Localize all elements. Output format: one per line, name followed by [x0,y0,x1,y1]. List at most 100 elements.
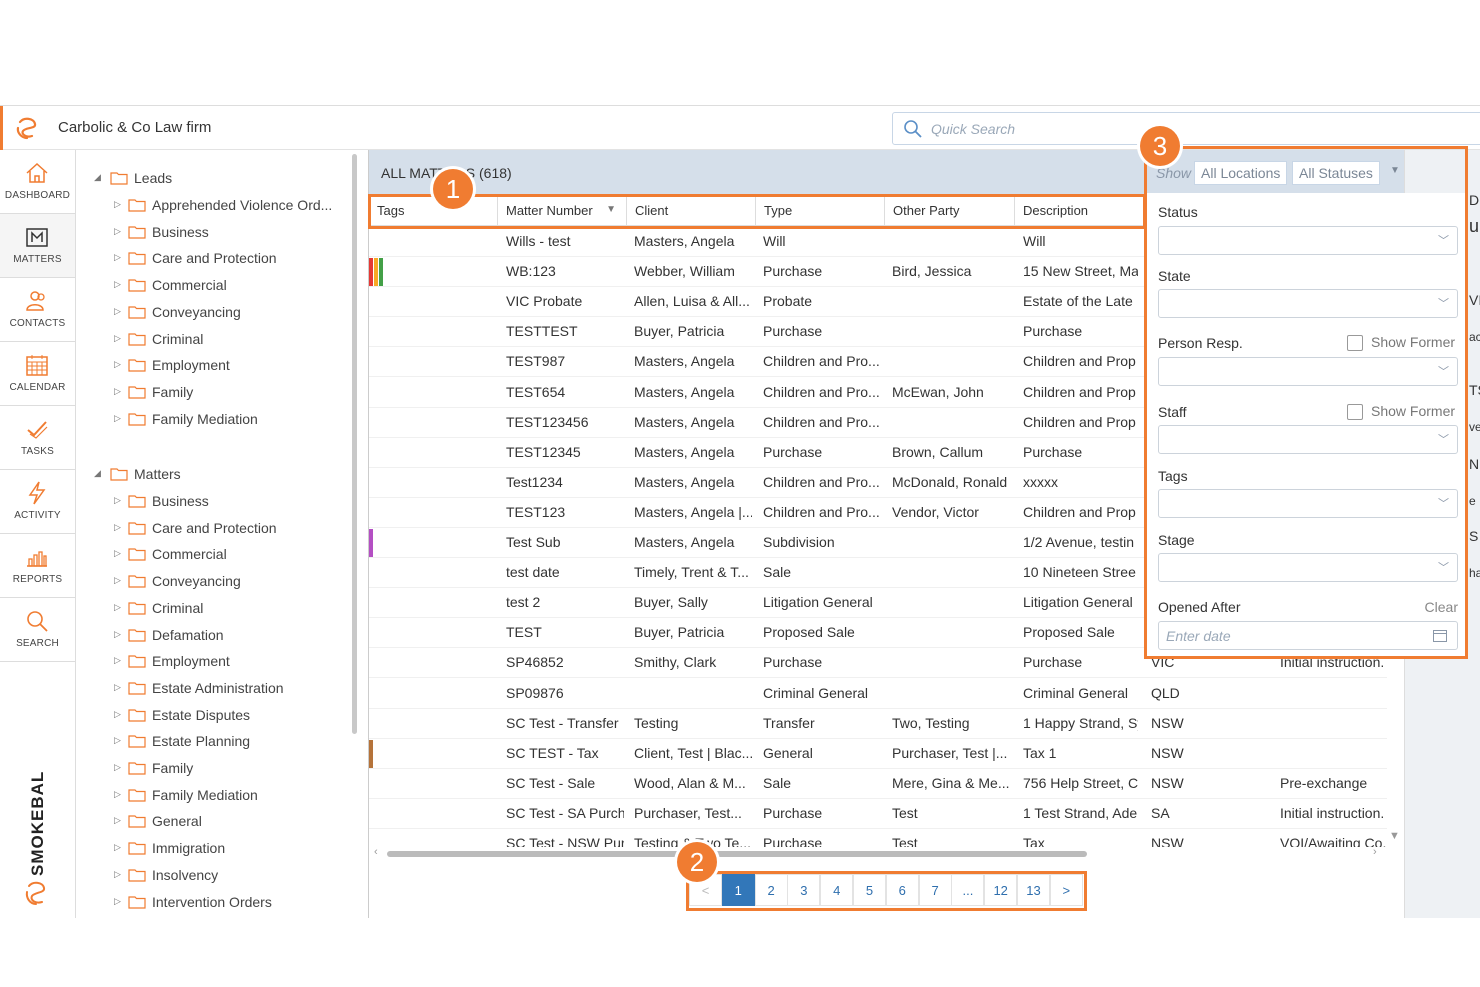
description-cell: 1 Test Strand, Adel [1023,804,1138,821]
expand-icon[interactable]: ▷ [114,655,121,666]
type-cell: Purchase [763,323,823,340]
expand-icon[interactable]: ▷ [114,306,121,317]
expand-icon[interactable]: ▷ [114,602,121,613]
description-cell: 756 Help Street, C [1023,774,1138,791]
expand-icon[interactable]: ▷ [114,842,121,853]
description-cell: 1/2 Avenue, testin [1023,534,1135,550]
folder-icon [128,815,146,828]
folder-icon [128,226,146,239]
expand-icon[interactable]: ▷ [114,815,121,826]
description-cell: Litigation General [1023,594,1133,611]
expand-icon[interactable]: ▷ [114,629,121,640]
expand-icon[interactable]: ▷ [114,575,121,586]
type-cell: Subdivision [763,534,835,550]
expand-icon[interactable]: ▷ [114,789,121,800]
matter-number-cell: SP09876 [506,684,564,701]
tree-label: Family [152,760,194,776]
folder-icon [110,172,128,185]
type-cell: Purchase [763,263,823,280]
type-cell: Probate [763,293,813,310]
home-icon [26,162,48,183]
folder-icon [128,306,146,319]
panel-fragment: VIT [1469,292,1480,308]
expand-icon[interactable]: ▷ [114,199,121,210]
table-row[interactable]: SC Test - Transfer Testing Transfer Two, Te… [369,709,1387,739]
table-row[interactable]: SC Test - Sale Wood, Alan & M... Sale Mere,… [369,769,1387,799]
callout-box-columns [368,194,1146,229]
expand-icon[interactable]: ▷ [114,495,121,506]
expand-icon[interactable]: ▷ [114,548,121,559]
panel-fragment: ac [1469,330,1480,344]
expand-icon[interactable]: ▷ [114,279,121,290]
scrollbar-thumb[interactable] [387,851,1087,857]
expand-icon[interactable]: ▷ [114,869,121,880]
tree-label: Care and Protection [152,250,277,267]
client-cell: Masters, Angela [634,443,735,460]
top-bar: Carbolic & Co Law firm Quick Search [0,105,1480,150]
expand-icon[interactable]: ▷ [114,333,121,344]
expand-icon[interactable]: ▷ [114,682,121,693]
folder-icon [128,842,146,855]
expand-icon[interactable]: ▷ [114,226,121,237]
scroll-left-icon[interactable]: ‹ [374,846,378,858]
expand-icon[interactable]: ▷ [114,709,121,720]
panel-fragment: TS [1469,382,1480,398]
search-icon [27,611,48,632]
folder-icon [128,522,146,535]
other-party-cell: McEwan, John [892,383,984,400]
table-row[interactable]: SP09876 Criminal General Criminal General Q… [369,679,1387,709]
matter-number-cell: WB:123 [506,263,556,280]
other-party-cell: Test [892,804,918,821]
client-cell: Masters, Angela |... [634,503,752,520]
tree-label: Apprehended Violence Ord... [152,197,333,213]
folder-icon [128,412,146,426]
description-cell: Children and Prop [1023,353,1136,370]
description-cell: Tax [1023,835,1045,847]
activity-icon [28,481,46,505]
scroll-right-icon[interactable]: › [1373,846,1377,858]
table-row[interactable]: SC TEST - Tax Client, Test | Blac... Gener… [369,739,1387,769]
type-cell: Children and Pro... [763,473,880,490]
expand-icon[interactable]: ▷ [114,762,121,773]
expand-icon[interactable]: ▷ [114,522,121,533]
other-party-cell: Test [892,835,918,847]
description-cell: 15 New Street, Ma [1023,263,1138,280]
quick-search-input[interactable]: Quick Search [892,112,1480,145]
expand-icon[interactable]: ▷ [114,896,121,907]
nav-label: MATTERS [13,254,62,265]
nav-contacts[interactable]: CONTACTS [0,278,75,342]
folder-icon [128,495,146,508]
callout-badge-3: 3 [1140,126,1180,166]
tree-scrollbar[interactable] [352,154,357,734]
tree-label: Criminal [152,599,204,616]
expand-icon[interactable]: ▷ [114,386,121,397]
folder-icon [128,895,146,909]
horizontal-scrollbar[interactable]: ‹ › [369,846,1387,860]
nav-tasks[interactable]: TASKS [0,406,75,470]
nav-calendar[interactable]: CALENDAR [0,342,75,406]
table-row[interactable]: SC Test - NSW Pur Testing & Two Te... Purc… [369,829,1387,847]
collapse-icon[interactable]: ◢ [94,172,101,183]
expand-icon[interactable]: ▷ [114,252,121,263]
tree-label: Commercial [152,277,227,294]
nav-dashboard[interactable]: DASHBOARD [0,150,75,214]
collapse-icon[interactable]: ◢ [94,468,101,479]
matter-number-cell: SC Test - Transfer [506,714,619,731]
tree-label: Leads [134,170,173,186]
nav-search[interactable]: SEARCH [0,598,75,662]
description-cell: Children and Prop [1023,383,1136,400]
expand-icon[interactable]: ▷ [114,735,121,746]
expand-icon[interactable]: ▷ [114,413,121,424]
matter-number-cell: TEST12345 [506,443,581,460]
matter-number-cell: SP46852 [506,654,564,671]
tree-label: Family Mediation [152,786,258,803]
nav-matters[interactable]: MATTERS [0,214,75,278]
table-row[interactable]: SC Test - SA Purch Purchaser, Test... Purc… [369,799,1387,829]
type-cell: Proposed Sale [763,624,855,641]
nav-reports[interactable]: REPORTS [0,534,75,598]
matter-number-cell: TEST [506,624,542,641]
expand-icon[interactable]: ▷ [114,359,121,370]
nav-activity[interactable]: ACTIVITY [0,470,75,534]
scroll-down-icon[interactable]: ▼ [1389,830,1400,842]
smokeball-logo-icon[interactable] [14,115,40,141]
